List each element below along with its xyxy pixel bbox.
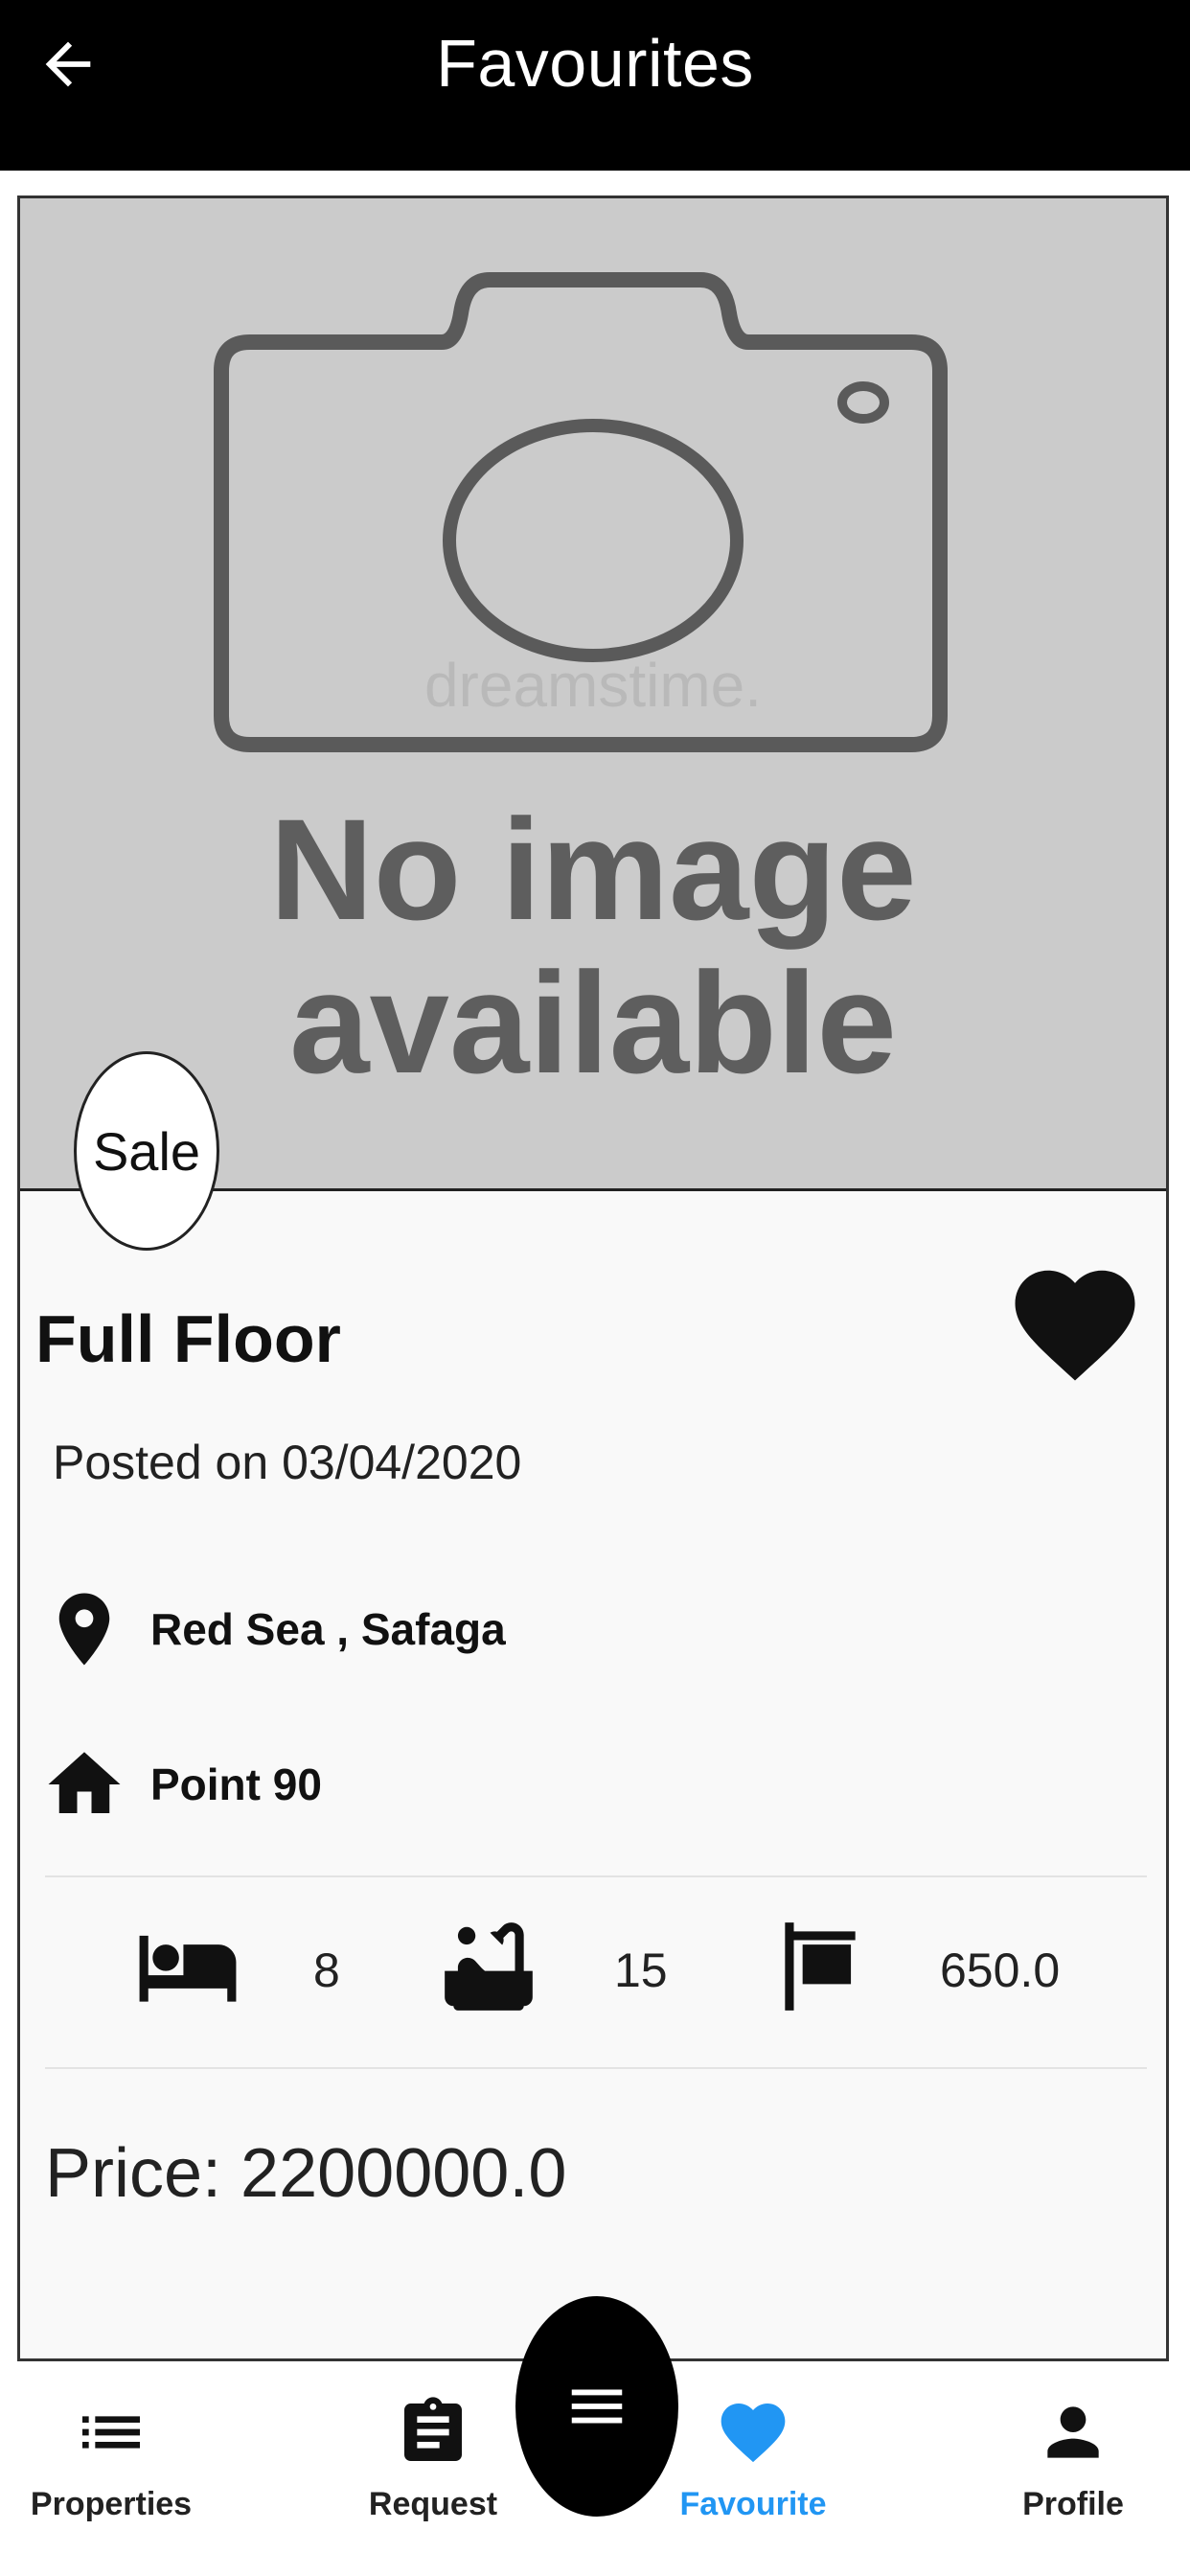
- property-title: Full Floor: [35, 1301, 341, 1376]
- page-title: Favourites: [436, 26, 754, 101]
- nav-item-request[interactable]: Request: [328, 2375, 538, 2566]
- area-value: 650.0: [940, 1944, 1061, 1997]
- nav-item-favourite[interactable]: Favourite: [648, 2375, 858, 2566]
- property-card[interactable]: dreamstime. No image available Sale Full…: [17, 196, 1169, 2361]
- divider: [45, 2067, 1147, 2069]
- nav-item-profile[interactable]: Profile: [968, 2375, 1179, 2566]
- location-text: Red Sea , Safaga: [150, 1604, 506, 1654]
- nav-item-properties[interactable]: Properties: [6, 2375, 217, 2566]
- sale-badge: Sale: [74, 1051, 219, 1251]
- area-sign-icon: [785, 1922, 856, 2011]
- home-icon: [48, 1752, 121, 1813]
- bedrooms-count: 8: [313, 1944, 340, 1997]
- bathtub-icon: [445, 1922, 533, 2011]
- address-row: Point 90: [41, 1741, 322, 1828]
- heart-icon: [721, 2404, 786, 2463]
- bed-icon: [139, 1935, 237, 2002]
- menu-icon: [571, 2389, 623, 2424]
- nav-label: Properties: [30, 2486, 193, 2522]
- no-image-label: No image available: [269, 789, 917, 1103]
- posted-date: Posted on 03/04/2020: [53, 1436, 522, 1489]
- nav-label: Profile: [1022, 2486, 1124, 2522]
- location-pin-icon: [58, 1593, 110, 1666]
- address-text: Point 90: [150, 1760, 322, 1809]
- nav-label: Request: [368, 2486, 498, 2522]
- property-image-placeholder: dreamstime. No image available: [20, 198, 1166, 1191]
- list-icon: [82, 2416, 140, 2449]
- nav-label: Favourite: [679, 2486, 827, 2522]
- app-bar: Favourites: [0, 0, 1190, 171]
- location-row: Red Sea , Safaga: [41, 1586, 506, 1672]
- property-stats: 8 15 650.0: [20, 1914, 1166, 2038]
- clipboard-icon: [404, 2397, 462, 2461]
- bathrooms-count: 15: [614, 1944, 668, 1997]
- property-price: Price: 2200000.0: [45, 2135, 567, 2212]
- person-icon: [1047, 2406, 1099, 2458]
- favourite-heart-icon[interactable]: [1003, 1253, 1147, 1396]
- svg-text:dreamstime.: dreamstime.: [424, 651, 762, 720]
- menu-fab-button[interactable]: [515, 2296, 678, 2517]
- divider: [45, 1875, 1147, 1877]
